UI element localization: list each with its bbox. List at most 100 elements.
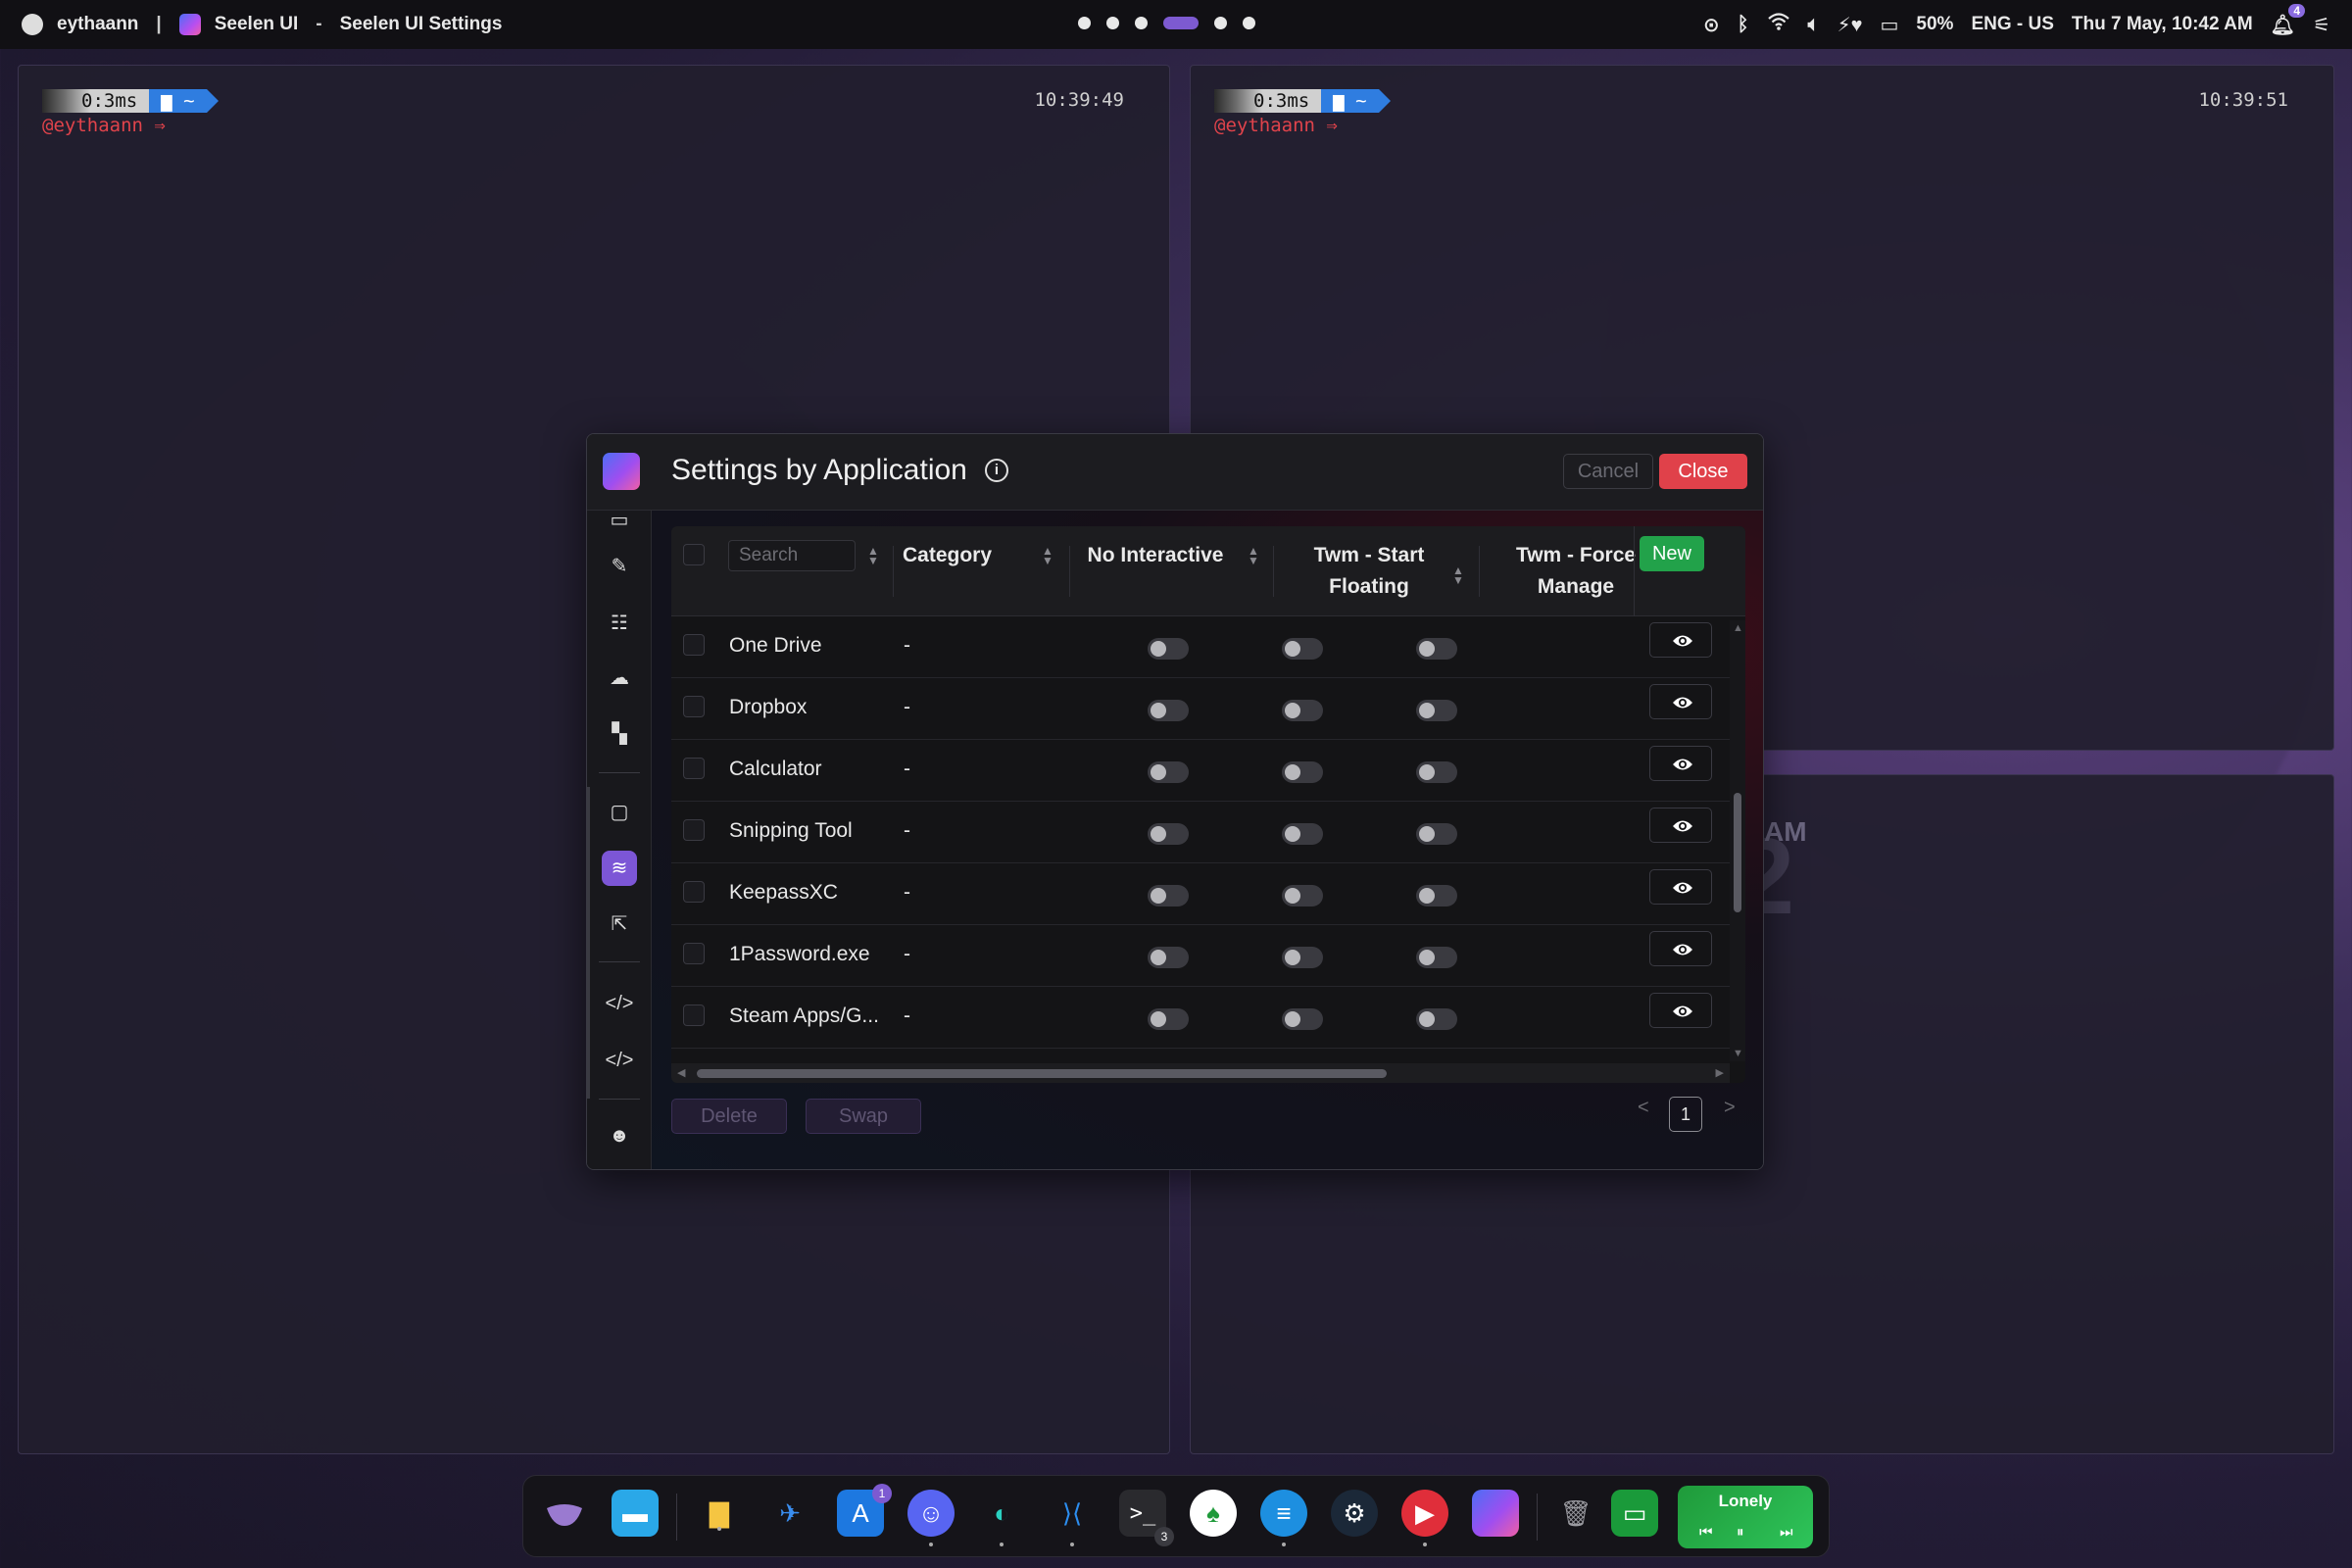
steam-icon[interactable]: ⚙ [1331,1490,1378,1537]
table-row[interactable]: 1Password.exe - [671,925,1745,987]
mail-icon[interactable]: ✈ [766,1490,813,1537]
sort-icon[interactable]: ▲ ▼ [1452,564,1464,586]
row-checkbox[interactable] [683,819,705,841]
language-indicator[interactable]: ENG - US [1971,14,2053,35]
force-manage-toggle[interactable] [1416,761,1457,783]
column-start-floating[interactable]: Twm - Start Floating [1279,526,1459,616]
workspace-5[interactable] [1214,17,1227,29]
previous-track-icon[interactable]: ⏮︎ [1699,1524,1713,1541]
power-icon[interactable]: ⚡︎♥︎ [1838,13,1863,37]
user-name[interactable]: eythaann [57,14,138,35]
start-floating-toggle[interactable] [1282,761,1323,783]
recycle-bin-icon[interactable]: 🗑︎ [1552,1490,1599,1537]
row-checkbox[interactable] [683,943,705,964]
view-button[interactable] [1649,931,1712,966]
seelen-menu-icon[interactable] [541,1490,588,1537]
next-track-icon[interactable]: ⏭︎ [1780,1524,1793,1541]
no-interactive-toggle[interactable] [1148,885,1189,906]
media-app-icon[interactable]: ▭ [1611,1490,1658,1537]
explorer-widget-icon[interactable]: ▬ [612,1490,659,1537]
layout-icon[interactable]: ▚ [602,716,637,752]
workspace-2[interactable] [1106,17,1119,29]
no-interactive-toggle[interactable] [1148,1008,1189,1030]
edit-icon[interactable]: ✎ [602,549,637,584]
workspace-active[interactable] [1163,17,1199,29]
external-link-icon[interactable]: ⇱ [602,906,637,942]
row-checkbox[interactable] [683,696,705,717]
code-icon[interactable]: </> [602,986,637,1021]
user-avatar-icon[interactable]: ☻ [602,1118,637,1153]
start-floating-toggle[interactable] [1282,947,1323,968]
scroll-thumb[interactable] [1734,793,1741,912]
monitor-icon[interactable]: ▢ [602,795,637,830]
workspace-6[interactable] [1243,17,1255,29]
wifi-icon[interactable] [1767,12,1790,37]
app-settings-icon[interactable]: ≋ [602,851,637,886]
new-button[interactable]: New [1640,536,1704,571]
scroll-right-icon[interactable]: ▶ [1716,1066,1724,1079]
force-manage-toggle[interactable] [1416,947,1457,968]
search-input[interactable] [728,540,856,571]
force-manage-toggle[interactable] [1416,823,1457,845]
select-all-checkbox[interactable] [683,544,705,565]
seelen-settings-icon[interactable] [1472,1490,1519,1537]
view-button[interactable] [1649,746,1712,781]
row-checkbox[interactable] [683,634,705,656]
code-icon[interactable]: </> [602,1043,637,1078]
notifications-icon[interactable]: 🔔︎ 4 [2271,3,2306,37]
youtube-music-icon[interactable]: ▶ [1401,1490,1448,1546]
no-interactive-toggle[interactable] [1148,638,1189,660]
table-row[interactable]: Calculator - [671,740,1745,802]
view-button[interactable] [1649,869,1712,905]
no-interactive-toggle[interactable] [1148,947,1189,968]
column-category[interactable]: Category [903,526,1010,601]
table-row[interactable]: Steam Apps/G... - [671,987,1745,1049]
workspace-3[interactable] [1135,17,1148,29]
sort-icon[interactable]: ▲ ▼ [1248,545,1259,566]
sort-icon[interactable]: ▲ ▼ [1042,545,1054,566]
close-button[interactable]: Close [1659,454,1747,489]
table-row[interactable]: KeepassXC - [671,863,1745,925]
sidebar-scrollbar[interactable] [587,787,590,1099]
weather-icon[interactable]: ☁ [602,661,637,696]
start-floating-toggle[interactable] [1282,885,1323,906]
volume-icon[interactable]: 🔈︎ [1808,14,1820,36]
start-floating-toggle[interactable] [1282,638,1323,660]
vscode-icon[interactable]: ⟩⟨ [1049,1490,1096,1546]
no-interactive-toggle[interactable] [1148,700,1189,721]
date-time[interactable]: Thu 7 May, 10:42 AM [2072,14,2253,35]
sort-icon[interactable]: ▲ ▼ [867,545,879,566]
file-explorer-icon[interactable]: ▇ [696,1490,743,1537]
table-row[interactable]: Dropbox - [671,678,1745,740]
pause-icon[interactable]: ⏸︎ [1737,1524,1744,1541]
view-button[interactable] [1649,993,1712,1028]
view-button[interactable] [1649,622,1712,658]
start-floating-toggle[interactable] [1282,700,1323,721]
view-button[interactable] [1649,808,1712,843]
column-no-interactive[interactable]: No Interactive [1073,526,1238,601]
focused-app-name[interactable]: Seelen UI [215,14,299,35]
table-row[interactable]: One Drive - [671,616,1745,678]
swap-button[interactable]: Swap [806,1099,921,1134]
force-manage-toggle[interactable] [1416,885,1457,906]
force-manage-toggle[interactable] [1416,638,1457,660]
calendar-icon[interactable]: ▭ [602,503,637,538]
scroll-thumb[interactable] [697,1069,1387,1078]
no-interactive-toggle[interactable] [1148,761,1189,783]
scroll-left-icon[interactable]: ◀ [677,1066,685,1079]
bluetooth-icon[interactable]: ᛒ [1738,14,1749,36]
cancel-button[interactable]: Cancel [1563,454,1653,489]
prev-page-button[interactable]: < [1638,1097,1649,1119]
workspace-1[interactable] [1078,17,1091,29]
info-icon[interactable]: i [985,459,1008,482]
vertical-scrollbar[interactable]: ▲ ▼ [1730,620,1745,1061]
horizontal-scrollbar[interactable]: ◀ ▶ [671,1063,1730,1083]
next-page-button[interactable]: > [1724,1097,1736,1119]
user-logo-icon[interactable] [22,14,43,35]
edge-browser-icon[interactable]: ◐ [978,1490,1025,1546]
scroll-down-icon[interactable]: ▼ [1733,1048,1743,1059]
no-interactive-toggle[interactable] [1148,823,1189,845]
scroll-up-icon[interactable]: ▲ [1733,622,1743,634]
view-button[interactable] [1649,684,1712,719]
battery-percent[interactable]: 50% [1916,14,1953,35]
